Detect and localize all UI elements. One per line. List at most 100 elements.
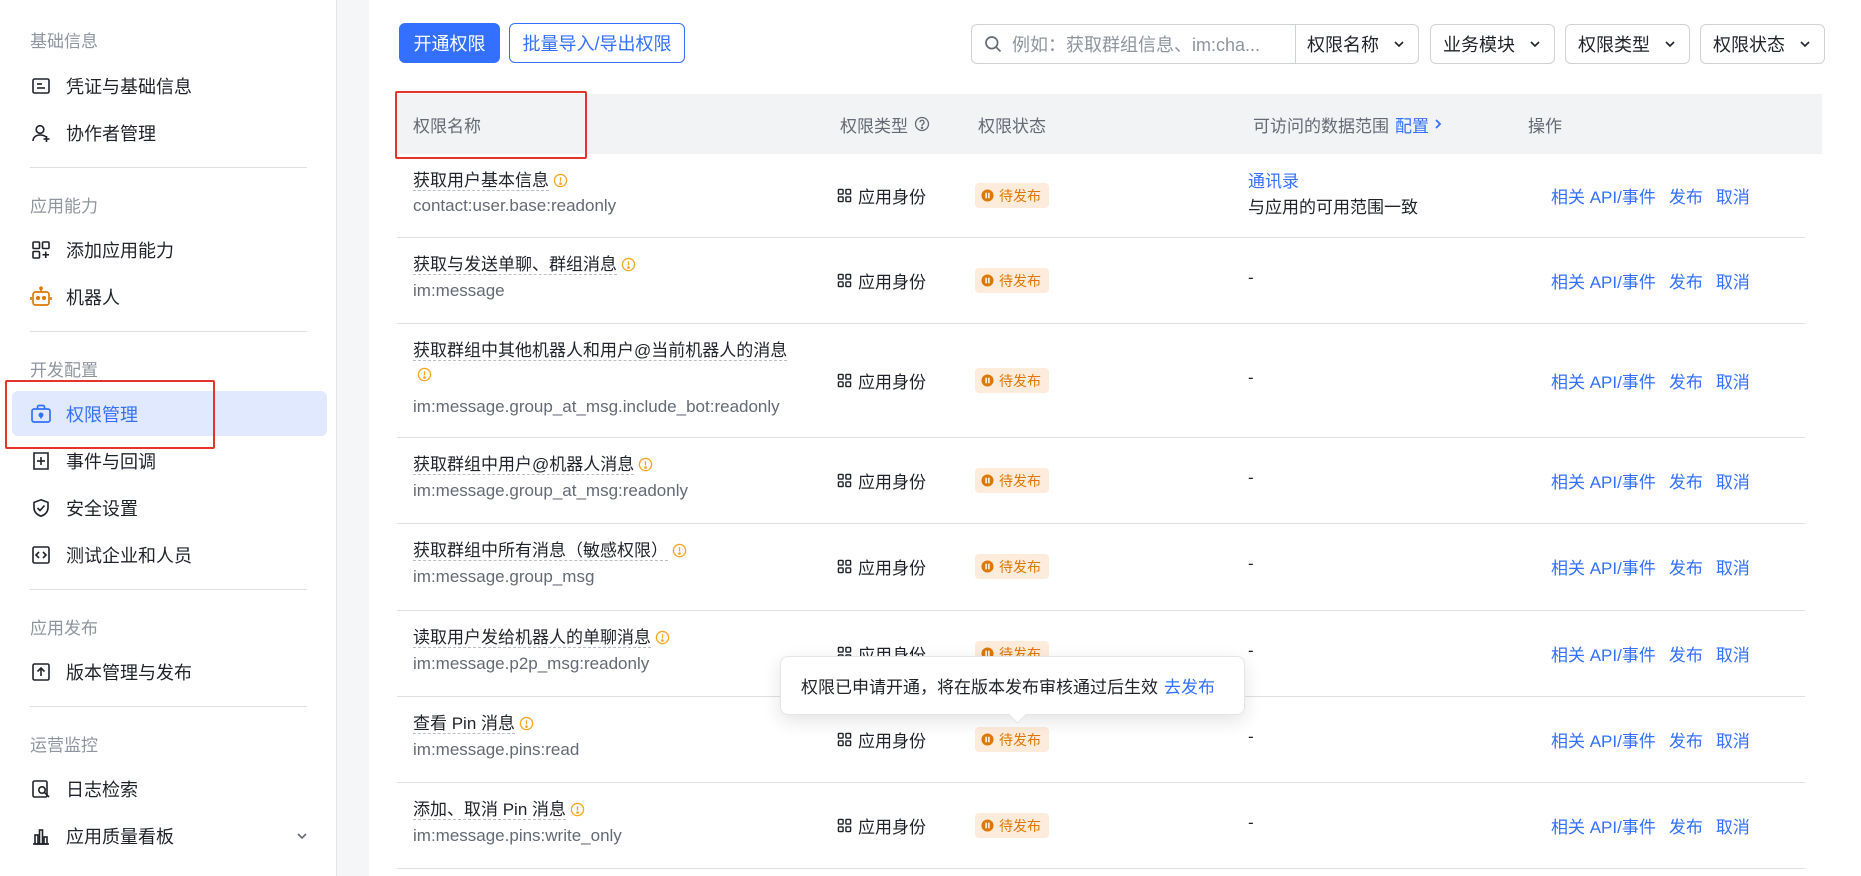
sidebar: 基础信息 凭证与基础信息 协作者管理 应用能力 添加应用能力 机器人 开发配置 … [0,0,337,876]
permission-title[interactable]: 读取用户发给机器人的单聊消息 [413,628,651,648]
header-permission-name[interactable]: 权限名称 [413,94,481,154]
status-text: 待发布 [999,187,1041,204]
filter-business-module-select[interactable]: 业务模块 [1430,24,1555,64]
search-placeholder: 例如：获取群组信息、im:cha... [1012,35,1261,55]
data-range-text: - [1248,368,1254,387]
publish-link[interactable]: 发布 [1669,554,1703,579]
sidebar-item-label: 日志检索 [66,779,138,800]
cancel-link[interactable]: 取消 [1716,641,1750,666]
warning-circle-icon[interactable] [638,457,653,477]
permission-title[interactable]: 添加、取消 Pin 消息 [413,800,567,820]
publish-link[interactable]: 发布 [1669,727,1703,752]
permission-type: 应用身份 [858,187,926,207]
filter-label: 权限名称 [1307,35,1379,55]
filter-label: 权限状态 [1713,35,1785,55]
related-api-link[interactable]: 相关 API/事件 [1551,727,1656,752]
config-link[interactable]: 配置 [1395,112,1445,137]
sidebar-item-security[interactable]: 安全设置 [12,485,327,530]
related-api-link[interactable]: 相关 API/事件 [1551,813,1656,838]
warning-circle-icon[interactable] [672,543,687,563]
batch-import-export-button[interactable]: 批量导入/导出权限 [509,23,685,63]
related-api-link[interactable]: 相关 API/事件 [1551,554,1656,579]
permission-type: 应用身份 [858,731,926,751]
pause-circle-icon [981,733,994,746]
publish-link[interactable]: 发布 [1669,468,1703,493]
cancel-link[interactable]: 取消 [1716,183,1750,208]
permission-type: 应用身份 [858,272,926,292]
warning-circle-icon[interactable] [417,367,432,387]
sidebar-group-capabilities: 应用能力 [30,197,98,216]
publish-link[interactable]: 发布 [1669,813,1703,838]
warning-circle-icon[interactable] [519,716,534,736]
sidebar-item-versions[interactable]: 版本管理与发布 [12,649,327,694]
header-label: 可访问的数据范围 [1253,116,1389,136]
status-badge: 待发布 [975,813,1049,838]
status-badge: 待发布 [975,268,1049,293]
sidebar-item-label: 测试企业和人员 [66,545,192,566]
sidebar-item-logs[interactable]: 日志检索 [12,766,327,811]
pause-circle-icon [981,274,994,287]
warning-circle-icon[interactable] [553,173,568,193]
data-range-link[interactable]: 通讯录 [1248,169,1418,195]
cancel-link[interactable]: 取消 [1716,468,1750,493]
question-circle-icon[interactable] [914,116,930,132]
permission-scope: im:message.group_msg [413,567,595,586]
related-api-link[interactable]: 相关 API/事件 [1551,641,1656,666]
warning-circle-icon[interactable] [570,802,585,822]
status-badge: 待发布 [975,468,1049,493]
related-api-link[interactable]: 相关 API/事件 [1551,368,1656,393]
data-range-text: - [1248,554,1254,573]
filter-permission-status-select[interactable]: 权限状态 [1700,24,1825,64]
filter-permission-type-select[interactable]: 权限类型 [1565,24,1690,64]
sidebar-item-collaborators[interactable]: 协作者管理 [12,110,327,155]
chevron-down-icon [1528,37,1542,51]
permission-title[interactable]: 获取群组中用户@机器人消息 [413,455,635,475]
permission-scope: im:message.p2p_msg:readonly [413,654,650,673]
permission-title[interactable]: 获取群组中所有消息（敏感权限） [413,541,668,561]
table-row: 获取群组中其他机器人和用户@当前机器人的消息 im:message.group_a… [397,323,1805,438]
sidebar-item-label: 添加应用能力 [66,240,174,261]
sidebar-item-permissions[interactable]: 权限管理 [12,391,327,436]
related-api-link[interactable]: 相关 API/事件 [1551,468,1656,493]
chevron-down-icon[interactable] [295,827,309,848]
cancel-link[interactable]: 取消 [1716,813,1750,838]
sidebar-item-events[interactable]: 事件与回调 [12,438,327,483]
cancel-link[interactable]: 取消 [1716,268,1750,293]
publish-link[interactable]: 发布 [1669,368,1703,393]
upload-box-icon [30,661,52,683]
related-api-link[interactable]: 相关 API/事件 [1551,268,1656,293]
user-add-icon [30,122,52,144]
sidebar-item-add-capability[interactable]: 添加应用能力 [12,227,327,272]
permission-title[interactable]: 获取群组中其他机器人和用户@当前机器人的消息 [413,341,788,361]
permission-type-cell: 应用身份 [837,813,926,837]
permission-title-cell: 获取群组中所有消息（敏感权限） [413,539,687,563]
related-api-link[interactable]: 相关 API/事件 [1551,183,1656,208]
data-range-text: - [1248,468,1254,487]
sidebar-item-test-tenants[interactable]: 测试企业和人员 [12,532,327,577]
publish-link[interactable]: 发布 [1669,268,1703,293]
permission-type: 应用身份 [858,817,926,837]
permission-type-cell: 应用身份 [837,727,926,751]
enable-permission-button[interactable]: 开通权限 [399,23,500,63]
search-input[interactable]: 例如：获取群组信息、im:cha... [971,24,1296,64]
publish-link[interactable]: 发布 [1669,641,1703,666]
warning-circle-icon[interactable] [621,257,636,277]
warning-circle-icon[interactable] [655,630,670,650]
status-badge-cell: 待发布 [975,727,1049,752]
sidebar-item-quality-board[interactable]: 应用质量看板 [12,813,327,858]
go-publish-link[interactable]: 去发布 [1164,673,1215,698]
status-badge: 待发布 [975,183,1049,208]
permission-title-cell: 获取群组中用户@机器人消息 [413,453,653,477]
filter-search-field-select[interactable]: 权限名称 [1295,24,1419,64]
sidebar-group-basic: 基础信息 [30,32,98,51]
permission-title[interactable]: 获取用户基本信息 [413,171,549,191]
sidebar-item-robot[interactable]: 机器人 [12,274,327,319]
cancel-link[interactable]: 取消 [1716,727,1750,752]
publish-link[interactable]: 发布 [1669,183,1703,208]
sidebar-item-credentials[interactable]: 凭证与基础信息 [12,63,327,108]
permission-title[interactable]: 获取与发送单聊、群组消息 [413,255,617,275]
cancel-link[interactable]: 取消 [1716,554,1750,579]
sidebar-item-label: 事件与回调 [66,451,156,472]
permission-title[interactable]: 查看 Pin 消息 [413,714,516,734]
cancel-link[interactable]: 取消 [1716,368,1750,393]
